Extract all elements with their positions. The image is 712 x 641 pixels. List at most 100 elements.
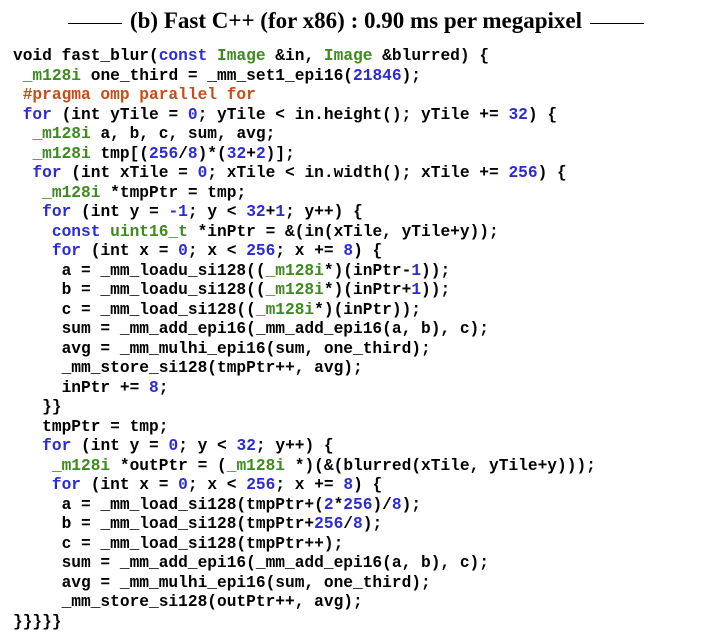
type-token: _m128i	[255, 300, 315, 319]
number-token: 8	[343, 476, 354, 494]
number-token: 0	[168, 437, 179, 455]
number-token: 0	[178, 476, 188, 494]
code-line: for (int x = 0; x < 256; x += 8) {	[13, 242, 596, 262]
code-token: ; yTile < in.height(); yTile +=	[197, 105, 509, 124]
code-token: one_third = _mm_set1_epi16(	[81, 66, 354, 85]
number-token: -1	[168, 203, 188, 221]
code-line: for (int yTile = 0; yTile < in.height();…	[13, 106, 596, 126]
number-token: 256	[246, 476, 276, 494]
code-token: a, b, c, sum, avg;	[90, 125, 276, 143]
code-token: (int x =	[81, 476, 179, 494]
code-token: (int x =	[81, 242, 179, 260]
code-line: b = _mm_loadu_si128((_m128i*)(inPtr+1));	[13, 281, 596, 301]
number-token: 32	[246, 203, 266, 221]
code-token: sum = _mm_add_epi16(_mm_add_epi16(a, b),…	[13, 554, 489, 572]
code-line: a = _mm_loadu_si128((_m128i*)(inPtr-1));	[13, 262, 596, 282]
code-line: b = _mm_load_si128(tmpPtr+256/8);	[13, 515, 596, 535]
code-line: for (int xTile = 0; xTile < in.width(); …	[13, 164, 596, 184]
code-token: )*(	[197, 144, 227, 163]
code-line: _m128i tmp[(256/8)*(32+2)];	[13, 145, 596, 165]
number-token: 2	[255, 144, 266, 163]
code-token: &blurred) {	[372, 47, 490, 65]
code-token: &in,	[265, 47, 324, 65]
number-token: 1	[411, 261, 422, 280]
code-token: /	[178, 144, 188, 163]
code-line: void fast_blur(const Image &in, Image &b…	[13, 47, 596, 67]
code-line: avg = _mm_mulhi_epi16(sum, one_third);	[13, 574, 596, 594]
number-token: 0	[187, 105, 198, 124]
type-token: _m128i	[32, 144, 91, 163]
code-line: _m128i *outPtr = (_m128i *)(&(blurred(xT…	[13, 457, 596, 477]
code-token: c = _mm_load_si128((	[13, 300, 256, 319]
type-token: _m128i	[51, 456, 111, 475]
header-rule-right	[590, 22, 645, 24]
code-token: ; x <	[187, 242, 247, 260]
code-line: const uint16_t *inPtr = &(in(xTile, yTil…	[13, 223, 596, 243]
code-token: }}	[13, 398, 62, 416]
number-token: 2	[323, 495, 334, 514]
code-token: (int yTile =	[51, 105, 188, 124]
code-token: (int y =	[71, 203, 169, 221]
code-token: +	[246, 144, 256, 163]
number-token: 256	[343, 495, 373, 514]
code-token: ) {	[353, 242, 383, 260]
type-token: Image	[217, 47, 266, 65]
number-token: 8	[343, 242, 354, 260]
type-token: Image	[323, 47, 373, 65]
code-line: sum = _mm_add_epi16(_mm_add_epi16(a, b),…	[13, 554, 596, 574]
keyword-token: const	[158, 47, 208, 65]
number-token: 256	[246, 242, 276, 260]
type-token: _m128i	[265, 261, 324, 280]
number-token: 32	[508, 105, 528, 124]
number-token: 8	[391, 495, 402, 514]
code-token: ));	[421, 281, 451, 299]
code-line: for (int y = 0; y < 32; y++) {	[13, 437, 596, 457]
code-token: );	[401, 66, 422, 85]
code-token: *)(inPtr));	[314, 300, 422, 319]
number-token: 8	[187, 144, 198, 163]
code-token: void fast_blur(	[13, 47, 159, 65]
type-token: _m128i	[42, 183, 101, 202]
type-token: _m128i	[22, 66, 82, 85]
code-token: b = _mm_loadu_si128((	[13, 281, 266, 299]
keyword-token: for	[42, 437, 72, 455]
code-line: _mm_store_si128(tmpPtr++, avg);	[13, 359, 596, 379]
number-token: 1	[411, 281, 422, 299]
number-token: 256	[314, 515, 344, 533]
number-token: 256	[508, 164, 538, 182]
figure-header: (b) Fast C++ (for x86) : 0.90 ms per meg…	[0, 6, 712, 36]
code-token: avg = _mm_mulhi_epi16(sum, one_third);	[13, 573, 431, 592]
code-token: tmpPtr = tmp;	[13, 417, 169, 436]
code-token: a = _mm_loadu_si128((	[13, 261, 266, 280]
number-token: 8	[353, 515, 363, 533]
keyword-token: for	[32, 164, 62, 182]
number-token: 0	[197, 164, 208, 182]
code-line: a = _mm_load_si128(tmpPtr+(2*256)/8);	[13, 496, 596, 516]
type-token: _m128i	[32, 125, 91, 143]
code-token: ; x <	[187, 476, 247, 494]
keyword-token: for	[51, 242, 82, 260]
code-token: avg = _mm_mulhi_epi16(sum, one_third);	[13, 339, 431, 358]
header-rule-left	[67, 22, 122, 24]
code-token: _mm_store_si128(outPtr++, avg);	[13, 593, 363, 611]
code-line: c = _mm_load_si128(tmpPtr++);	[13, 535, 596, 555]
code-token: *inPtr = &(in(xTile, yTile+y));	[187, 222, 499, 241]
keyword-token: const	[51, 222, 101, 241]
code-line: }}}}}	[13, 613, 596, 633]
number-token: 0	[178, 242, 188, 260]
code-line: for (int y = -1; y < 32+1; y++) {	[13, 203, 596, 223]
code-token: )/	[372, 495, 392, 514]
code-line: }}	[13, 398, 596, 418]
number-token: 32	[226, 144, 247, 163]
code-line: for (int x = 0; x < 256; x += 8) {	[13, 476, 596, 496]
code-line: sum = _mm_add_epi16(_mm_add_epi16(a, b),…	[13, 320, 596, 340]
code-token: ; y++) {	[285, 203, 363, 221]
